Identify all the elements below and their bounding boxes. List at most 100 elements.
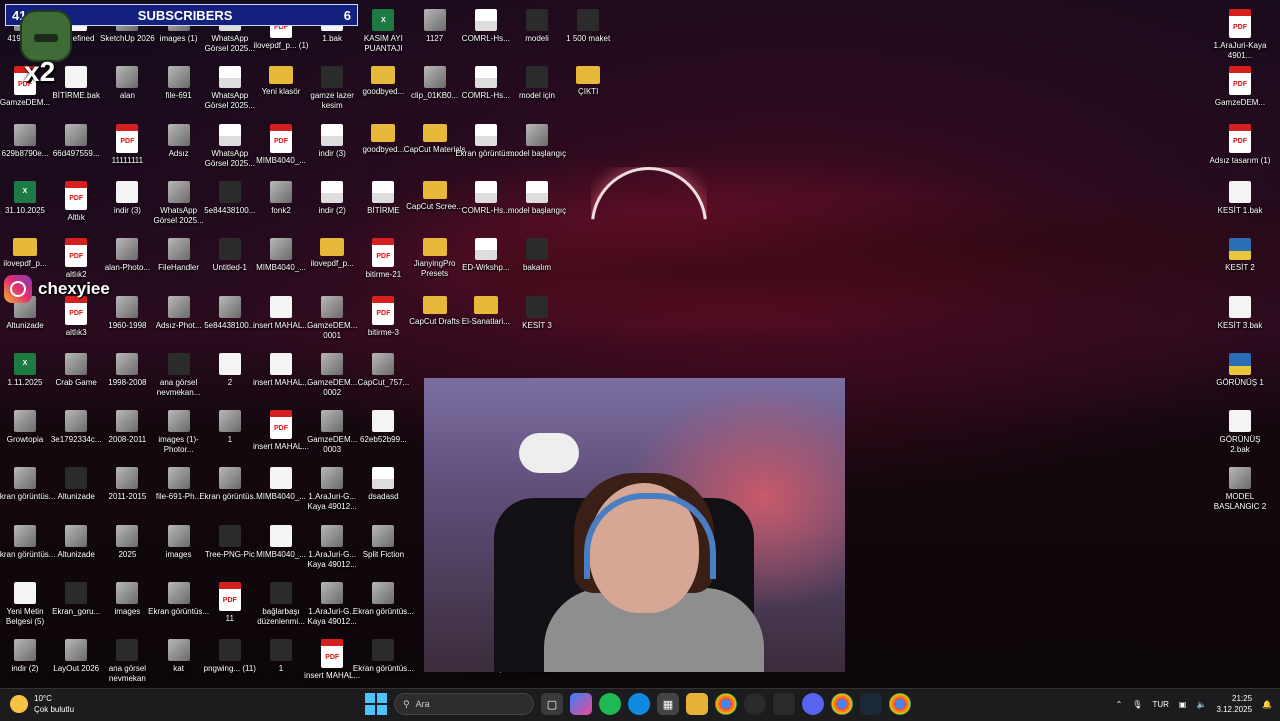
desktop-icon[interactable]: COMRL-Hs... xyxy=(458,177,514,233)
desktop-icon[interactable]: GÖRÜNÜŞ 1 xyxy=(1212,349,1268,405)
desktop-icon[interactable]: 62eb52b99... xyxy=(355,406,411,462)
desktop-icon[interactable]: Ekran görüntüs... xyxy=(455,120,516,176)
discord-icon[interactable] xyxy=(802,693,824,715)
desktop-icon[interactable]: PDF Altlık xyxy=(48,177,104,233)
desktop-icon[interactable]: GamzeDEM... 0003 xyxy=(304,406,360,462)
desktop-icon[interactable]: X 31.10.2025 xyxy=(0,177,53,233)
desktop-icon[interactable]: images xyxy=(99,578,155,634)
desktop-icon[interactable]: dsadasd xyxy=(355,463,411,519)
edge-icon[interactable] xyxy=(628,693,650,715)
desktop-icon[interactable]: goodbyed... xyxy=(355,62,411,118)
chrome-profile-2-icon[interactable] xyxy=(889,693,911,715)
network-icon[interactable]: ▣ xyxy=(1179,700,1187,709)
spotify-icon[interactable] xyxy=(599,693,621,715)
desktop-icon[interactable]: PDF 11111111 xyxy=(99,120,155,176)
desktop-icon[interactable]: fonk2 xyxy=(253,177,309,233)
desktop-icon[interactable]: GamzeDEM... 0002 xyxy=(304,349,360,405)
desktop-icon[interactable]: bakalım xyxy=(509,234,565,290)
desktop-icon[interactable]: WhatsApp Görsel 2025... xyxy=(151,177,207,233)
desktop-icon[interactable]: alan xyxy=(99,62,155,118)
desktop-icon[interactable]: Ekran görüntüs... xyxy=(0,463,55,519)
desktop-icon[interactable]: PDF insert MAHAL... xyxy=(304,635,360,691)
desktop-icon[interactable]: Crab Game xyxy=(48,349,104,405)
desktop-icon[interactable]: 2011-2015 xyxy=(99,463,155,519)
desktop-icon[interactable]: PDF MIMB4040_... xyxy=(253,120,309,176)
desktop-icon[interactable]: model başlangıç xyxy=(508,120,566,176)
desktop-icon[interactable]: ED-Wrkshp... xyxy=(458,234,514,290)
desktop-icon[interactable]: 1 xyxy=(202,406,258,462)
desktop-icon[interactable]: KESİT 2 xyxy=(1212,234,1268,290)
desktop-icon[interactable]: ana görsel nevmekan... xyxy=(151,349,207,405)
desktop-icon[interactable]: El-Sanatlari... xyxy=(458,292,514,348)
desktop-icon[interactable]: KESİT 3.bak xyxy=(1212,292,1268,348)
desktop-icon[interactable]: JianyingPro Presets xyxy=(407,234,463,290)
desktop-icon[interactable]: Ekran görüntüs... xyxy=(148,578,209,634)
store-icon[interactable]: ▦ xyxy=(657,693,679,715)
desktop-icon[interactable]: Ekran görüntüs... xyxy=(353,578,414,634)
desktop-icon[interactable]: Adsız-Phot... xyxy=(151,292,207,348)
desktop-icon[interactable]: Ekran görüntüs... xyxy=(0,521,55,577)
desktop-icon[interactable]: CapCut Scree... xyxy=(406,177,463,233)
taskbar-search[interactable]: ⚲ Ara xyxy=(394,693,534,715)
desktop-icon[interactable]: Tree-PNG-Pic xyxy=(202,521,258,577)
desktop-icon[interactable]: 1 500 maket xyxy=(560,5,616,61)
steam-icon[interactable] xyxy=(860,693,882,715)
desktop-icon[interactable]: COMRL-Hs... xyxy=(458,62,514,118)
microphone-icon[interactable]: 🎙 xyxy=(1132,700,1142,709)
desktop-icon[interactable]: KESİT 1.bak xyxy=(1212,177,1268,233)
weather-widget[interactable]: 10°C Çok bulutlu xyxy=(10,693,74,715)
file-explorer-icon[interactable] xyxy=(686,693,708,715)
desktop-icon[interactable]: 3e1792334c... xyxy=(48,406,104,462)
desktop-icon[interactable]: Untitled-1 xyxy=(202,234,258,290)
notification-icon[interactable]: 🔔 xyxy=(1262,700,1272,709)
desktop-icon[interactable]: images (1)-Photor... xyxy=(151,406,207,462)
desktop-icon[interactable]: Ekran_goru... xyxy=(48,578,104,634)
app-icon[interactable] xyxy=(744,693,766,715)
desktop-icon[interactable]: indir (2) xyxy=(304,177,360,233)
desktop-icon[interactable]: 5e84438100... xyxy=(202,292,258,348)
volume-icon[interactable]: 🔈 xyxy=(1196,700,1206,709)
desktop-icon[interactable]: X 1.11.2025 xyxy=(0,349,53,405)
clock[interactable]: 21:25 3.12.2025 xyxy=(1216,693,1252,715)
desktop-icon[interactable]: X KASIM AYI PUANTAJI xyxy=(355,5,411,61)
desktop-icon[interactable]: BİTİRME.bak xyxy=(48,62,104,118)
desktop-icon[interactable]: KESİT 3 xyxy=(509,292,565,348)
desktop-icon[interactable]: 629b8790e... xyxy=(0,120,53,176)
desktop-icon[interactable]: 2025 xyxy=(99,521,155,577)
desktop-icon[interactable]: 1.AraJuri-G... Kaya 49012... xyxy=(304,463,360,519)
desktop-icon[interactable]: ÇIKTI xyxy=(560,62,616,118)
desktop-icon[interactable]: pngwing... (11) xyxy=(202,635,258,691)
desktop-icon[interactable]: PDF 1.AraJuri-Kaya 4901... xyxy=(1212,5,1268,61)
desktop-icon[interactable]: 66d497559... xyxy=(48,120,104,176)
desktop-icon[interactable]: CapCut Materials xyxy=(404,120,466,176)
desktop-icon[interactable]: MODEL BASLANGIC 2 xyxy=(1212,463,1268,519)
desktop-icon[interactable]: Growtopia xyxy=(0,406,53,462)
desktop-icon[interactable]: 1127 xyxy=(407,5,463,61)
desktop-icon[interactable]: WhatsApp Görsel 2025... xyxy=(202,120,258,176)
desktop-icon[interactable]: PDF Adsız tasarım (1) xyxy=(1210,120,1270,176)
desktop-icon[interactable]: Ekran görüntüs... xyxy=(199,463,260,519)
desktop-icon[interactable]: Ekran görüntüs... xyxy=(353,635,414,691)
desktop-icon[interactable]: kat xyxy=(151,635,207,691)
desktop-icon[interactable]: images xyxy=(151,521,207,577)
start-button[interactable] xyxy=(365,693,387,715)
desktop-icon[interactable]: modeli xyxy=(509,5,565,61)
desktop-icon[interactable]: COMRL-Hs... xyxy=(458,5,514,61)
desktop-icon[interactable]: CapCut_757... xyxy=(355,349,411,405)
desktop-icon[interactable]: file-691-Ph... xyxy=(151,463,207,519)
desktop-icon[interactable]: ilovepdf_p... xyxy=(304,234,360,290)
copilot-icon[interactable] xyxy=(570,693,592,715)
desktop-icon[interactable]: ana görsel nevmekan xyxy=(99,635,155,691)
desktop-icon[interactable]: Altunizade xyxy=(48,463,104,519)
chrome-icon[interactable] xyxy=(715,693,737,715)
language-indicator[interactable]: TUR xyxy=(1152,700,1168,709)
desktop-icon[interactable]: 5e84438100... xyxy=(202,177,258,233)
game-icon[interactable] xyxy=(773,693,795,715)
desktop-icon[interactable]: GÖRÜNÜŞ 2.bak xyxy=(1212,406,1268,462)
desktop-icon[interactable]: GamzeDEM... 0001 xyxy=(304,292,360,348)
desktop-icon[interactable]: FileHandler xyxy=(151,234,207,290)
desktop-icon[interactable]: 1 xyxy=(253,635,309,691)
desktop-icon[interactable]: 1.AraJuri-G... Kaya 49012... xyxy=(304,578,360,634)
desktop-icon[interactable]: Yeni Metin Belgesi (5) xyxy=(0,578,53,634)
desktop-icon[interactable]: clip_01KB0... xyxy=(407,62,463,118)
